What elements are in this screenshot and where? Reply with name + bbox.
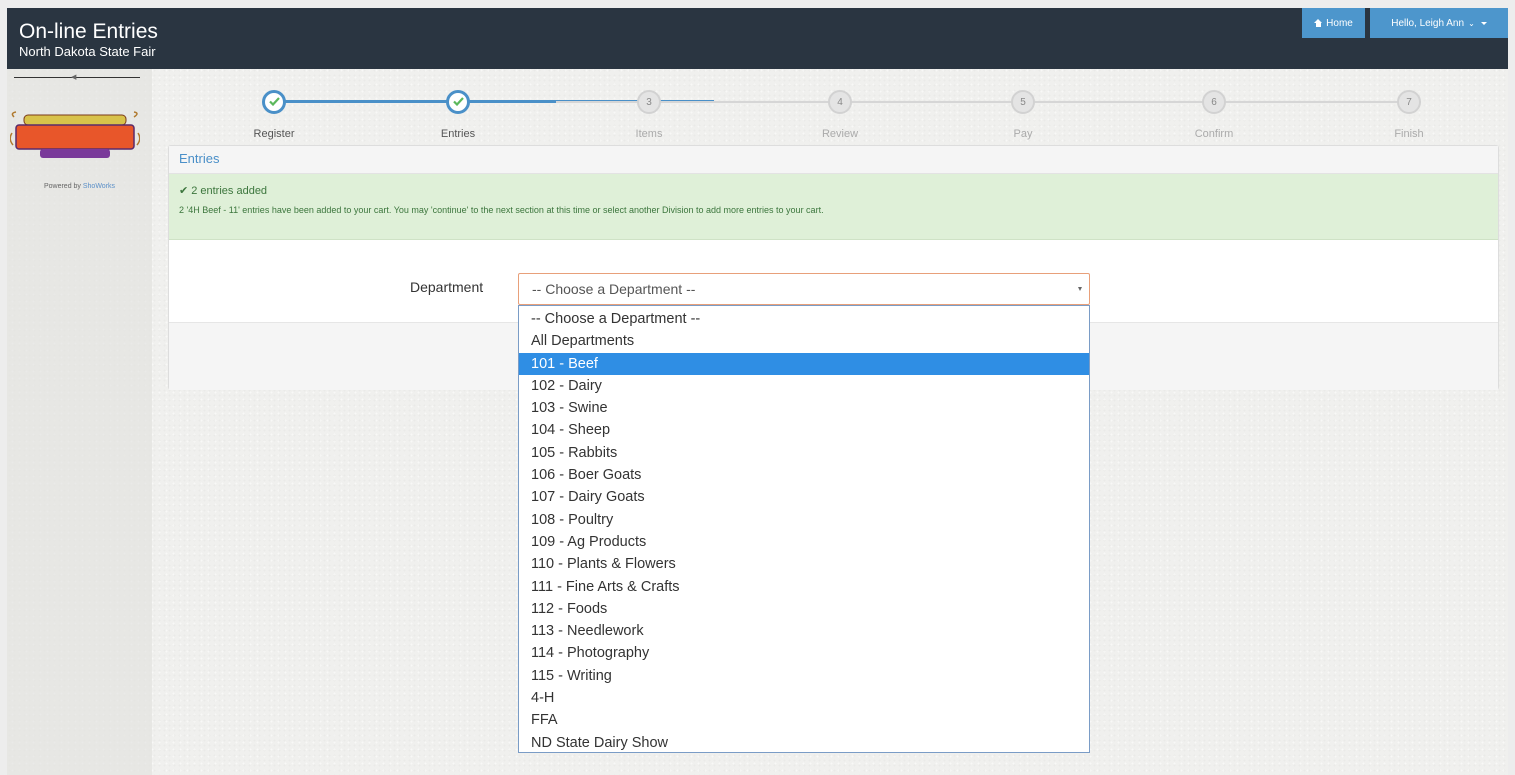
department-dropdown-list[interactable]: -- Choose a Department -- All Departments… <box>518 305 1090 753</box>
alert-title-text: 2 entries added <box>191 184 268 197</box>
powered-by: Powered by ShoWorks <box>7 183 152 190</box>
dropdown-option[interactable]: ND State Dairy Show <box>519 732 1089 754</box>
step-label-entries: Entries <box>440 128 476 140</box>
powered-by-text: Powered by <box>43 183 83 190</box>
dropdown-option[interactable]: 106 - Boer Goats <box>519 464 1089 486</box>
panel-heading: Entries <box>169 146 1498 174</box>
step-label-register: Register <box>253 128 295 140</box>
step-6-circle: 6 <box>1202 90 1226 114</box>
alert-message: 2 '4H Beef - 11' entries have been added… <box>179 205 824 215</box>
check-icon: ✔ <box>179 185 189 197</box>
dropdown-option[interactable]: 109 - Ag Products <box>519 531 1089 553</box>
user-menu-button[interactable]: Hello, Leigh Ann ⌄ <box>1370 8 1508 38</box>
step-2-circle[interactable] <box>446 90 470 114</box>
step-number: 7 <box>1406 96 1412 108</box>
showorks-link[interactable]: ShoWorks <box>83 183 115 190</box>
dropdown-option[interactable]: 110 - Plants & Flowers <box>519 553 1089 575</box>
dropdown-option[interactable]: 115 - Writing <box>519 665 1089 687</box>
step-4-circle: 4 <box>828 90 852 114</box>
dropdown-option[interactable]: FFA <box>519 709 1089 731</box>
step-number: 4 <box>837 96 843 108</box>
step-3-circle: 3 <box>637 90 661 114</box>
dropdown-option[interactable]: -- Choose a Department -- <box>519 308 1089 330</box>
user-menu-label: Hello, Leigh Ann <box>1391 17 1465 29</box>
chevron-down-icon: ⌄ <box>1468 18 1475 28</box>
dropdown-option[interactable]: 107 - Dairy Goats <box>519 486 1089 508</box>
dropdown-option[interactable]: 104 - Sheep <box>519 419 1089 441</box>
dropdown-option[interactable]: 4-H <box>519 687 1089 709</box>
home-button[interactable]: Home <box>1302 8 1365 38</box>
app-subtitle: North Dakota State Fair <box>19 44 156 59</box>
page: On-line Entries North Dakota State Fair … <box>7 8 1508 775</box>
step-label-confirm: Confirm <box>1194 128 1234 140</box>
step-number: 5 <box>1020 96 1026 108</box>
home-button-label: Home <box>1326 17 1353 29</box>
select-arrow-icon <box>1078 287 1082 291</box>
step-7-circle: 7 <box>1397 90 1421 114</box>
dropdown-option[interactable]: 111 - Fine Arts & Crafts <box>519 576 1089 598</box>
home-icon <box>1314 19 1323 27</box>
dropdown-option[interactable]: 114 - Photography <box>519 642 1089 664</box>
dropdown-option[interactable]: All Departments <box>519 330 1089 352</box>
step-number: 6 <box>1211 96 1217 108</box>
step-5-circle: 5 <box>1011 90 1035 114</box>
stepper-track-line <box>556 101 1421 103</box>
dropdown-option[interactable]: 112 - Foods <box>519 598 1089 620</box>
checkmark-icon <box>452 93 464 111</box>
success-alert: ✔ 2 entries added 2 '4H Beef - 11' entri… <box>169 174 1498 240</box>
dropdown-option[interactable]: 103 - Swine <box>519 397 1089 419</box>
sidebar-collapse-handle[interactable] <box>14 77 140 78</box>
department-label: Department <box>410 279 484 295</box>
step-label-pay: Pay <box>1013 128 1033 140</box>
step-label-items: Items <box>635 128 663 140</box>
alert-title: ✔ 2 entries added <box>179 184 1488 198</box>
app-title: On-line Entries <box>19 20 158 43</box>
department-select-value: -- Choose a Department -- <box>532 281 696 297</box>
collapse-arrow-icon[interactable]: ◀ <box>71 73 76 81</box>
sidebar: ◀ Powered by ShoWorks <box>7 69 152 775</box>
step-1-circle[interactable] <box>262 90 286 114</box>
dropdown-option[interactable]: 113 - Needlework <box>519 620 1089 642</box>
step-label-finish: Finish <box>1394 128 1424 140</box>
caret-down-icon <box>1480 21 1487 25</box>
dropdown-option[interactable]: 105 - Rabbits <box>519 442 1089 464</box>
department-select[interactable]: -- Choose a Department -- <box>518 273 1090 305</box>
fair-logo <box>10 111 140 158</box>
step-number: 3 <box>646 96 652 108</box>
dropdown-option[interactable]: 101 - Beef <box>519 352 1089 375</box>
step-label-review: Review <box>821 128 859 140</box>
top-bar: On-line Entries North Dakota State Fair … <box>7 8 1508 69</box>
dropdown-option[interactable]: 102 - Dairy <box>519 375 1089 397</box>
checkmark-icon <box>268 93 280 111</box>
dropdown-option[interactable]: 108 - Poultry <box>519 509 1089 531</box>
